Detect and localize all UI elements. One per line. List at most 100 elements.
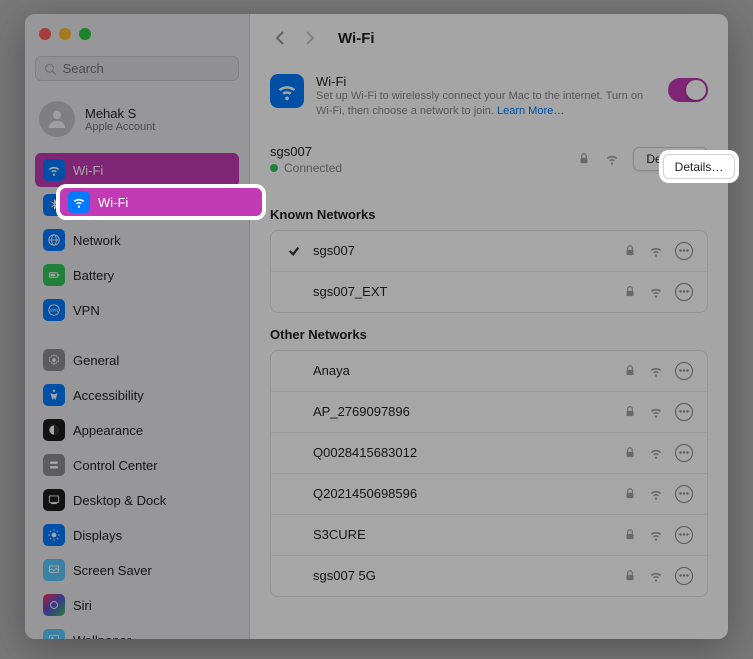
network-row[interactable]: sgs007 5G [271,556,707,596]
network-icon [43,229,65,251]
minimize-button[interactable] [59,28,71,40]
sidebar-item-appearance[interactable]: Appearance [35,413,239,447]
forward-button[interactable] [300,28,320,48]
back-button[interactable] [270,28,290,48]
wifi-icon [68,191,90,213]
sidebar-item-siri[interactable]: Siri [35,588,239,622]
account-sub: Apple Account [85,121,155,133]
network-name: Q0028415683012 [313,445,613,460]
sidebar-item-label: Network [73,233,121,248]
lock-icon [623,364,637,378]
network-row[interactable]: AP_2769097896 [271,392,707,433]
wifi-signal-icon [649,244,663,258]
svg-text:VPN: VPN [50,308,58,313]
content-header: Wi-Fi [250,14,728,58]
gear-icon [43,349,65,371]
sidebar-item-desktop-dock[interactable]: Desktop & Dock [35,483,239,517]
lock-icon [577,152,591,166]
wifi-icon [270,74,304,108]
sidebar-nav: Wi-Fi Bluetooth Network Battery VPN VPN [35,153,239,639]
control-center-icon [43,454,65,476]
window-controls [35,24,239,50]
current-network-row: sgs007 Connected Details… [270,138,708,193]
main-content: Wi-Fi Set up Wi-Fi to wirelessly connect… [250,58,728,617]
battery-icon [43,264,65,286]
sidebar-item-label: Siri [73,598,92,613]
wifi-signal-icon [649,569,663,583]
network-row[interactable]: sgs007_EXT [271,272,707,312]
account-name: Mehak S [85,106,155,121]
sidebar-item-label: General [73,353,119,368]
accessibility-icon [43,384,65,406]
known-networks-heading: Known Networks [270,193,708,230]
more-options-button[interactable] [675,242,693,260]
highlight-details-button: Details… [663,154,735,179]
wifi-signal-icon [649,487,663,501]
account-row[interactable]: Mehak S Apple Account [35,95,239,147]
current-network-status: Connected [270,161,577,175]
close-button[interactable] [39,28,51,40]
more-options-button[interactable] [675,485,693,503]
more-options-button[interactable] [675,403,693,421]
sidebar-item-screen-saver[interactable]: Screen Saver [35,553,239,587]
wifi-signal-icon [649,285,663,299]
system-settings-window: Mehak S Apple Account Wi-Fi Bluetooth Ne… [25,14,728,639]
avatar [39,101,75,137]
current-network-name: sgs007 [270,144,577,159]
search-input[interactable] [63,61,230,76]
network-row[interactable]: Anaya [271,351,707,392]
checkmark-icon [285,245,303,257]
sidebar-item-label: Battery [73,268,114,283]
wifi-card-desc: Set up Wi-Fi to wirelessly connect your … [316,89,656,120]
lock-icon [623,244,637,258]
more-options-button[interactable] [675,444,693,462]
appearance-icon [43,419,65,441]
sidebar-item-label: Wi-Fi [73,163,103,178]
displays-icon [43,524,65,546]
wifi-summary-card: Wi-Fi Set up Wi-Fi to wirelessly connect… [270,64,708,138]
lock-icon [623,528,637,542]
wifi-signal-icon [649,528,663,542]
page-title: Wi-Fi [338,30,375,47]
sidebar-item-wifi[interactable]: Wi-Fi [35,153,239,187]
network-name: Q2021450698596 [313,486,613,501]
sidebar-item-label: Screen Saver [73,563,152,578]
sidebar-item-vpn[interactable]: VPN VPN [35,293,239,327]
known-networks-list: sgs007 sgs007_EXT [270,230,708,313]
network-row[interactable]: Q0028415683012 [271,433,707,474]
search-field[interactable] [35,56,239,81]
lock-icon [623,487,637,501]
learn-more-link[interactable]: Learn More… [497,105,564,117]
sidebar-item-label: Wallpaper [73,633,131,640]
more-options-button[interactable] [675,526,693,544]
wifi-signal-icon [605,152,619,166]
sidebar-item-wallpaper[interactable]: Wallpaper [35,623,239,639]
sidebar-item-displays[interactable]: Displays [35,518,239,552]
desktop-dock-icon [43,489,65,511]
sidebar: Mehak S Apple Account Wi-Fi Bluetooth Ne… [25,14,250,639]
lock-icon [623,569,637,583]
wifi-signal-icon [649,364,663,378]
other-networks-list: Anaya AP_2769097896 Q0028415683012 Q2021… [270,350,708,597]
sidebar-item-general[interactable]: General [35,343,239,377]
search-icon [44,62,57,76]
network-row[interactable]: S3CURE [271,515,707,556]
siri-icon [43,594,65,616]
sidebar-item-accessibility[interactable]: Accessibility [35,378,239,412]
sidebar-item-network[interactable]: Network [35,223,239,257]
more-options-button[interactable] [675,567,693,585]
lock-icon [623,285,637,299]
sidebar-item-control-center[interactable]: Control Center [35,448,239,482]
wifi-toggle[interactable] [668,78,708,102]
maximize-button[interactable] [79,28,91,40]
network-row[interactable]: sgs007 [271,231,707,272]
network-name: sgs007 [313,243,613,258]
status-dot-icon [270,164,278,172]
screen-saver-icon [43,559,65,581]
more-options-button[interactable] [675,362,693,380]
more-options-button[interactable] [675,283,693,301]
network-row[interactable]: Q2021450698596 [271,474,707,515]
sidebar-item-label: Control Center [73,458,158,473]
network-name: S3CURE [313,527,613,542]
sidebar-item-battery[interactable]: Battery [35,258,239,292]
